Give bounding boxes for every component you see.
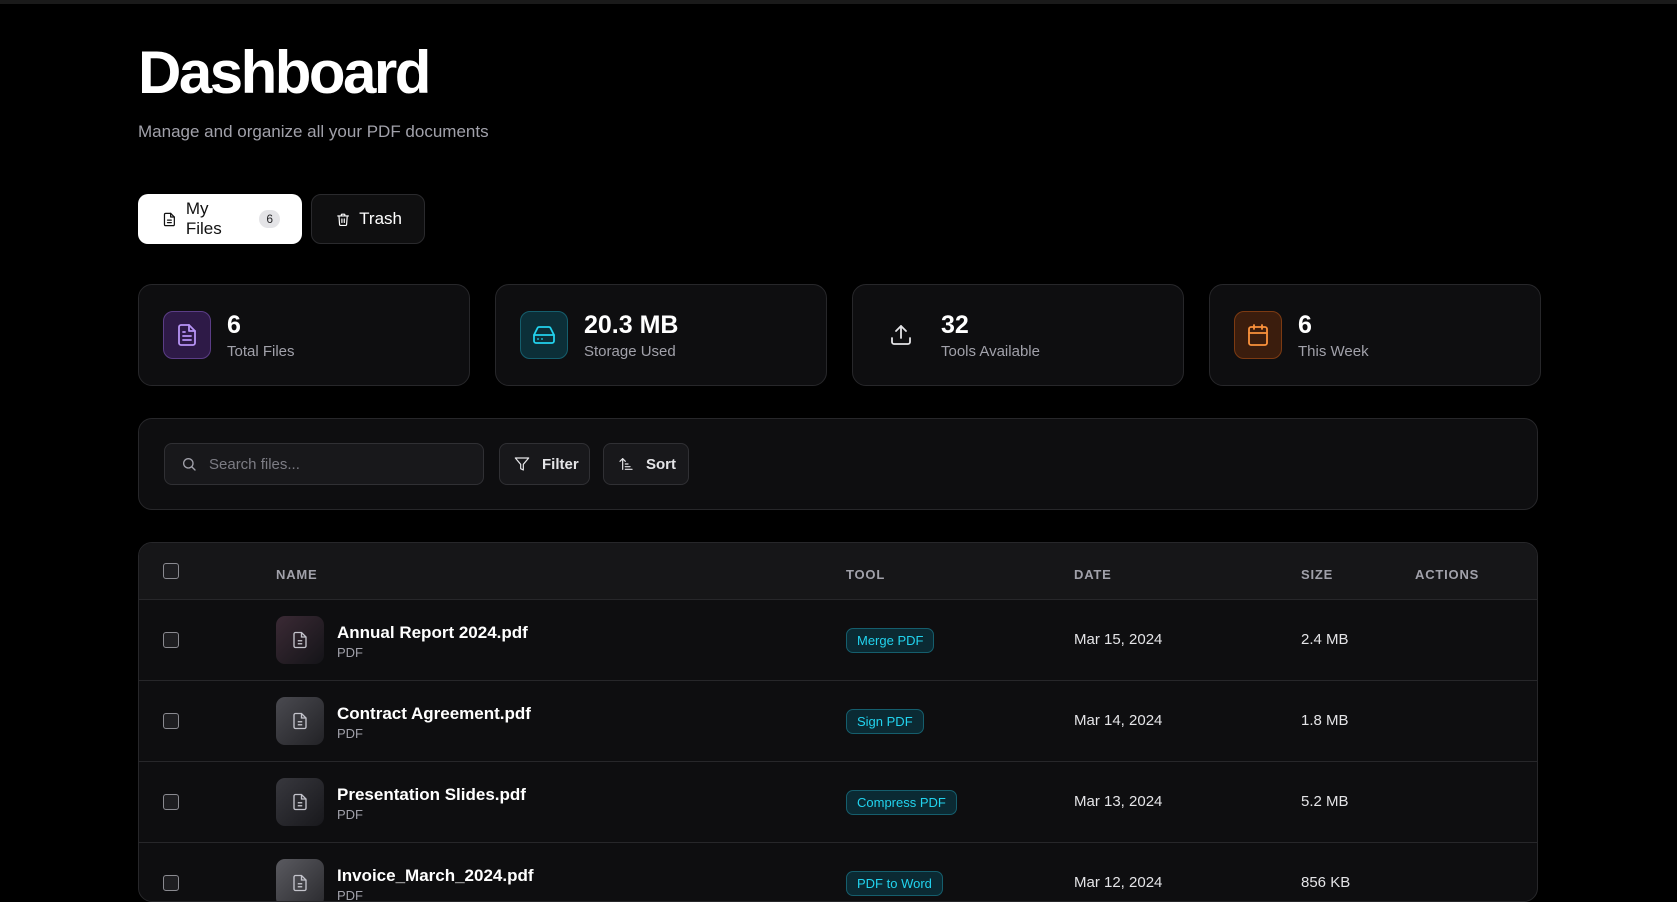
file-size: 1.8 MB xyxy=(1301,712,1349,729)
file-toolbar: Filter Sort xyxy=(138,418,1538,510)
row-checkbox[interactable] xyxy=(163,713,179,729)
file-type: PDF xyxy=(337,807,363,822)
file-size: 2.4 MB xyxy=(1301,631,1349,648)
row-checkbox[interactable] xyxy=(163,794,179,810)
table-row[interactable]: Contract Agreement.pdf PDF Sign PDF Mar … xyxy=(139,681,1537,762)
file-size: 5.2 MB xyxy=(1301,793,1349,810)
column-header-size[interactable]: SIZE xyxy=(1301,567,1333,582)
stat-value: 20.3 MB xyxy=(584,310,679,339)
stat-card-total-files: 6 Total Files xyxy=(138,284,470,386)
file-thumbnail xyxy=(276,859,324,901)
file-size: 856 KB xyxy=(1301,874,1351,891)
sort-button[interactable]: Sort xyxy=(603,443,689,485)
filter-label: Filter xyxy=(542,455,579,473)
file-icon xyxy=(163,212,175,226)
stat-card-this-week: 6 This Week xyxy=(1209,284,1541,386)
row-checkbox[interactable] xyxy=(163,875,179,891)
column-header-actions: ACTIONS xyxy=(1415,567,1480,582)
tab-label: Trash xyxy=(359,209,402,228)
tab-label: My Files xyxy=(185,199,222,238)
tab-bar: My Files 6 Trash xyxy=(138,194,425,244)
tool-badge: Merge PDF xyxy=(846,628,935,653)
tool-badge: Sign PDF xyxy=(846,709,924,734)
file-icon xyxy=(293,793,307,811)
tab-trash[interactable]: Trash xyxy=(311,194,425,244)
tool-badge: PDF to Word xyxy=(846,871,943,896)
file-text-icon xyxy=(163,311,211,359)
column-header-tool[interactable]: TOOL xyxy=(846,567,885,582)
table-header: NAME TOOL DATE SIZE ACTIONS xyxy=(139,543,1537,600)
sort-label: Sort xyxy=(646,455,676,473)
file-thumbnail xyxy=(276,697,324,745)
stat-card-storage: 20.3 MB Storage Used xyxy=(495,284,827,386)
search-input[interactable] xyxy=(209,455,449,473)
tool-badge: Compress PDF xyxy=(846,790,957,815)
column-header-name[interactable]: NAME xyxy=(276,567,317,582)
filter-button[interactable]: Filter xyxy=(499,443,590,485)
hard-drive-icon xyxy=(520,311,568,359)
file-date: Mar 13, 2024 xyxy=(1074,793,1163,810)
row-checkbox[interactable] xyxy=(163,632,179,648)
stat-label: This Week xyxy=(1298,342,1369,360)
file-name[interactable]: Invoice_March_2024.pdf xyxy=(337,866,534,886)
file-name[interactable]: Contract Agreement.pdf xyxy=(337,704,531,724)
search-icon xyxy=(183,458,196,471)
file-icon xyxy=(293,712,307,730)
sort-icon xyxy=(619,458,633,470)
table-row[interactable]: Presentation Slides.pdf PDF Compress PDF… xyxy=(139,762,1537,843)
column-header-date[interactable]: DATE xyxy=(1074,567,1112,582)
file-date: Mar 12, 2024 xyxy=(1074,874,1163,891)
calendar-icon xyxy=(1234,311,1282,359)
stat-label: Storage Used xyxy=(584,342,676,360)
table-row[interactable]: Annual Report 2024.pdf PDF Merge PDF Mar… xyxy=(139,600,1537,681)
top-border xyxy=(0,0,1677,4)
file-icon xyxy=(293,874,307,892)
page-title: Dashboard xyxy=(138,39,431,106)
stat-value: 6 xyxy=(227,310,241,339)
stat-card-tools: 32 Tools Available xyxy=(852,284,1184,386)
file-type: PDF xyxy=(337,726,363,741)
stat-value: 32 xyxy=(941,310,969,339)
search-box xyxy=(164,443,484,485)
table-row[interactable]: Invoice_March_2024.pdf PDF PDF to Word M… xyxy=(139,843,1537,902)
file-date: Mar 15, 2024 xyxy=(1074,631,1163,648)
select-all-checkbox[interactable] xyxy=(163,563,179,579)
stat-label: Tools Available xyxy=(941,342,1040,360)
stats-row: 6 Total Files 20.3 MB Storage Used 32 To… xyxy=(138,284,1541,386)
page-subtitle: Manage and organize all your PDF documen… xyxy=(138,122,489,141)
stat-label: Total Files xyxy=(227,342,295,360)
file-type: PDF xyxy=(337,888,363,902)
file-thumbnail xyxy=(276,778,324,826)
file-name[interactable]: Annual Report 2024.pdf xyxy=(337,623,528,643)
file-date: Mar 14, 2024 xyxy=(1074,712,1163,729)
trash-icon xyxy=(337,213,349,226)
file-type: PDF xyxy=(337,645,363,660)
files-table: NAME TOOL DATE SIZE ACTIONS Annual Repor… xyxy=(138,542,1538,902)
tab-my-files[interactable]: My Files 6 xyxy=(138,194,302,244)
file-thumbnail xyxy=(276,616,324,664)
file-count-badge: 6 xyxy=(259,210,280,228)
file-icon xyxy=(293,631,307,649)
filter-icon xyxy=(514,457,530,471)
stat-value: 6 xyxy=(1298,310,1312,339)
upload-icon xyxy=(877,311,925,359)
file-name[interactable]: Presentation Slides.pdf xyxy=(337,785,526,805)
